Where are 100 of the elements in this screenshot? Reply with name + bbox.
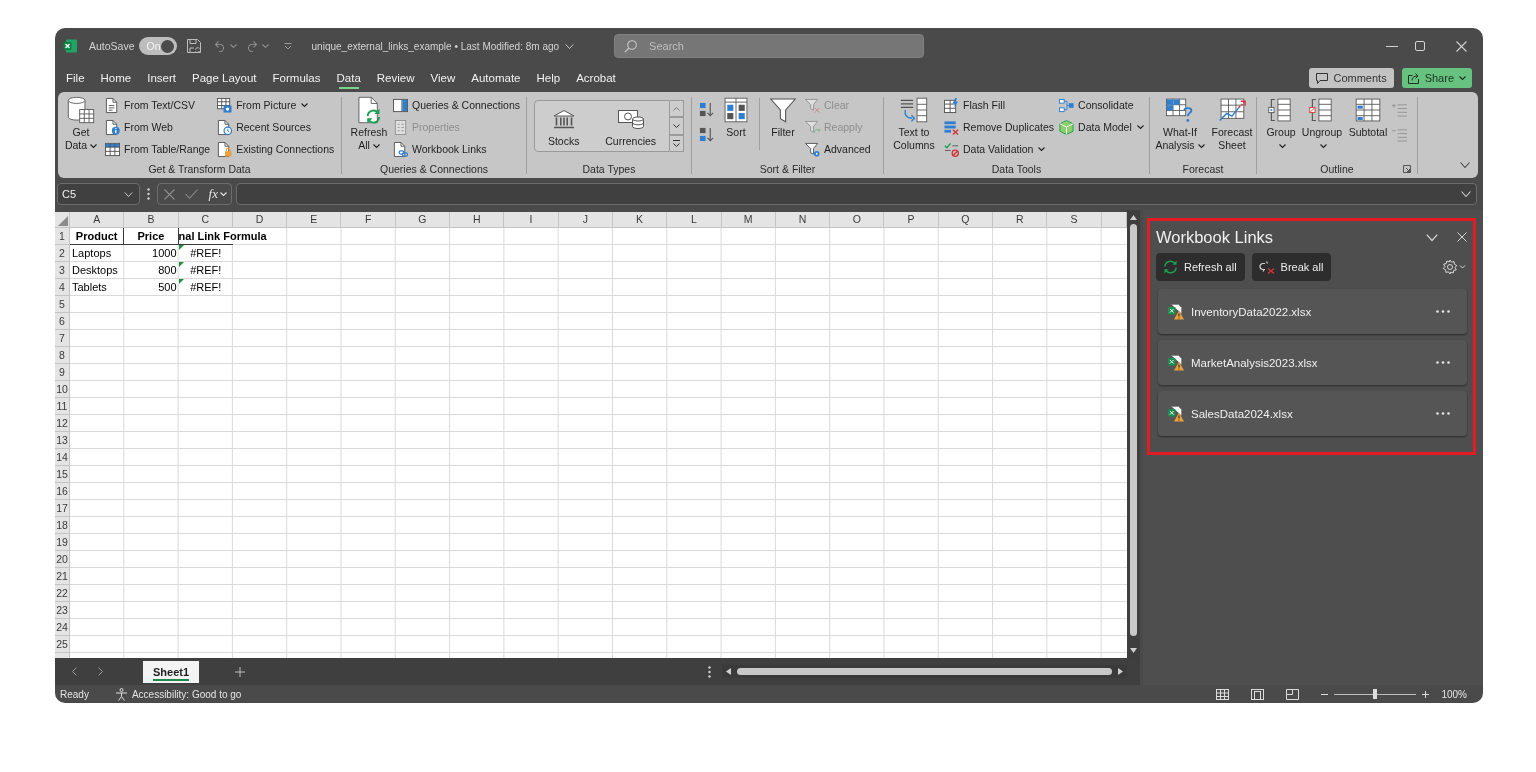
name-box[interactable]: C5 <box>57 183 140 205</box>
ribbon-button[interactable]: Queries & Connections <box>393 94 520 116</box>
row-header[interactable]: 23 <box>55 602 70 619</box>
ribbon-button[interactable]: From Web <box>105 116 211 138</box>
search-field[interactable]: Search <box>614 34 925 58</box>
normal-view-icon[interactable] <box>1216 688 1230 700</box>
ribbon-button[interactable]: Existing Connections <box>217 138 335 160</box>
column-header[interactable]: E <box>287 212 342 228</box>
caret-icon[interactable] <box>229 44 237 48</box>
column-header[interactable]: L <box>667 212 722 228</box>
maximize-icon[interactable] <box>1415 41 1425 51</box>
row-header[interactable]: 22 <box>55 585 70 602</box>
menu-tab[interactable]: Acrobat <box>569 67 623 89</box>
link-card[interactable]: MarketAnalysis2023.xlsx <box>1158 340 1467 385</box>
sort-ascending-icon[interactable] <box>699 102 714 117</box>
ribbon-button[interactable]: Get Data <box>64 94 98 152</box>
column-header[interactable]: D <box>232 212 288 228</box>
ribbon-button[interactable]: Refresh All <box>347 94 391 152</box>
ribbon-button[interactable]: Flash Fill <box>944 94 1055 116</box>
row-header[interactable]: 9 <box>55 364 70 381</box>
column-header[interactable]: F <box>341 212 396 228</box>
chevron-left-icon[interactable] <box>72 667 77 676</box>
document-title[interactable]: unique_external_links_example • Last Modified: 8m ago <box>311 40 575 52</box>
menu-tab[interactable]: Insert <box>140 67 183 89</box>
ribbon-button[interactable]: What-If Analysis <box>1153 94 1207 152</box>
minimize-icon[interactable] <box>1386 45 1398 47</box>
sheet-tab[interactable]: Sheet1 <box>143 660 200 683</box>
menu-tab[interactable]: Review <box>369 67 422 89</box>
scroll-right-icon[interactable] <box>1118 668 1123 675</box>
cancel-icon[interactable] <box>164 188 175 200</box>
ribbon-button[interactable]: Remove Duplicates <box>944 116 1055 138</box>
ribbon-button[interactable]: Sort <box>721 94 751 139</box>
menu-tab[interactable]: Automate <box>464 67 528 89</box>
link-card[interactable]: InventoryData2022.xlsx <box>1158 289 1467 334</box>
ribbon-button[interactable]: Data Model <box>1059 116 1144 138</box>
refresh-all-button[interactable]: Refresh all <box>1156 253 1245 281</box>
more-icon[interactable] <box>1436 361 1450 364</box>
scroll-up-icon[interactable] <box>1130 215 1137 220</box>
chevron-down-icon[interactable] <box>1460 162 1470 168</box>
ribbon-button[interactable]: Data Validation <box>944 138 1055 160</box>
minus-icon[interactable] <box>1321 693 1329 695</box>
row-header[interactable]: 18 <box>55 517 70 534</box>
menu-tab[interactable]: View <box>423 67 463 89</box>
column-header[interactable]: N <box>775 212 831 228</box>
row-header[interactable]: 4 <box>55 279 70 296</box>
save-icon[interactable] <box>186 39 201 53</box>
break-all-button[interactable]: Break all <box>1251 253 1332 281</box>
column-header[interactable]: J <box>558 212 613 228</box>
ribbon-button[interactable]: Subtotal <box>1346 94 1390 139</box>
select-all-icon[interactable] <box>58 216 68 226</box>
zoom-level[interactable]: 100% <box>1441 688 1467 700</box>
row-header[interactable]: 24 <box>55 619 70 636</box>
menu-tab[interactable]: File <box>59 67 92 89</box>
ribbon-button[interactable]: Group <box>1264 94 1298 152</box>
menu-tab[interactable]: Home <box>93 67 139 89</box>
settings-icon[interactable] <box>1442 259 1465 275</box>
chevron-right-icon[interactable] <box>98 667 103 676</box>
ribbon-button[interactable]: From Text/CSV <box>105 94 211 116</box>
row-header[interactable]: 25 <box>55 636 70 653</box>
more-vertical-icon[interactable] <box>147 188 150 200</box>
more-icon[interactable] <box>1436 310 1450 313</box>
check-icon[interactable] <box>185 189 199 199</box>
column-header[interactable]: O <box>830 212 885 228</box>
ribbon-button[interactable]: Ungroup <box>1300 94 1344 152</box>
comments-button[interactable]: Comments <box>1309 68 1394 88</box>
menu-tab[interactable]: Formulas <box>265 67 328 89</box>
slider-thumb[interactable] <box>1373 689 1378 699</box>
row-header[interactable]: 21 <box>55 568 70 585</box>
column-header[interactable]: I <box>504 212 559 228</box>
customize-icon[interactable] <box>283 42 292 50</box>
column-header[interactable]: M <box>721 212 776 228</box>
page-break-icon[interactable] <box>1286 688 1300 700</box>
row-header[interactable]: 17 <box>55 500 70 517</box>
row-header[interactable]: 2 <box>55 245 70 262</box>
row-header[interactable]: 8 <box>55 347 70 364</box>
scrollbar-thumb[interactable] <box>1130 224 1137 636</box>
scroll-down-icon[interactable] <box>1130 648 1137 653</box>
ribbon-button[interactable]: Advanced <box>805 138 871 160</box>
page-layout-icon[interactable] <box>1251 688 1265 700</box>
ribbon-button[interactable]: Consolidate <box>1059 94 1144 116</box>
row-header[interactable]: 10 <box>55 381 70 398</box>
plus-icon[interactable] <box>235 666 246 677</box>
formula-input[interactable] <box>236 183 1477 205</box>
row-header[interactable]: 14 <box>55 449 70 466</box>
row-header[interactable]: 5 <box>55 296 70 313</box>
row-header[interactable]: 20 <box>55 551 70 568</box>
row-header[interactable]: 15 <box>55 466 70 483</box>
ribbon-button[interactable]: Workbook Links <box>393 138 520 160</box>
close-icon[interactable] <box>1456 40 1467 52</box>
accessibility-status[interactable]: Accessibility: Good to go <box>131 688 242 700</box>
row-header[interactable]: 11 <box>55 398 70 415</box>
row-header[interactable]: 16 <box>55 483 70 500</box>
column-header[interactable]: Q <box>938 212 994 228</box>
gallery-option[interactable]: Stocks <box>547 105 580 147</box>
row-header[interactable]: 12 <box>55 415 70 432</box>
column-header[interactable]: K <box>612 212 668 228</box>
plus-icon[interactable] <box>1422 690 1430 698</box>
more-vertical-icon[interactable] <box>708 665 711 678</box>
column-header[interactable]: B <box>124 212 179 228</box>
column-header[interactable]: C <box>178 212 233 228</box>
